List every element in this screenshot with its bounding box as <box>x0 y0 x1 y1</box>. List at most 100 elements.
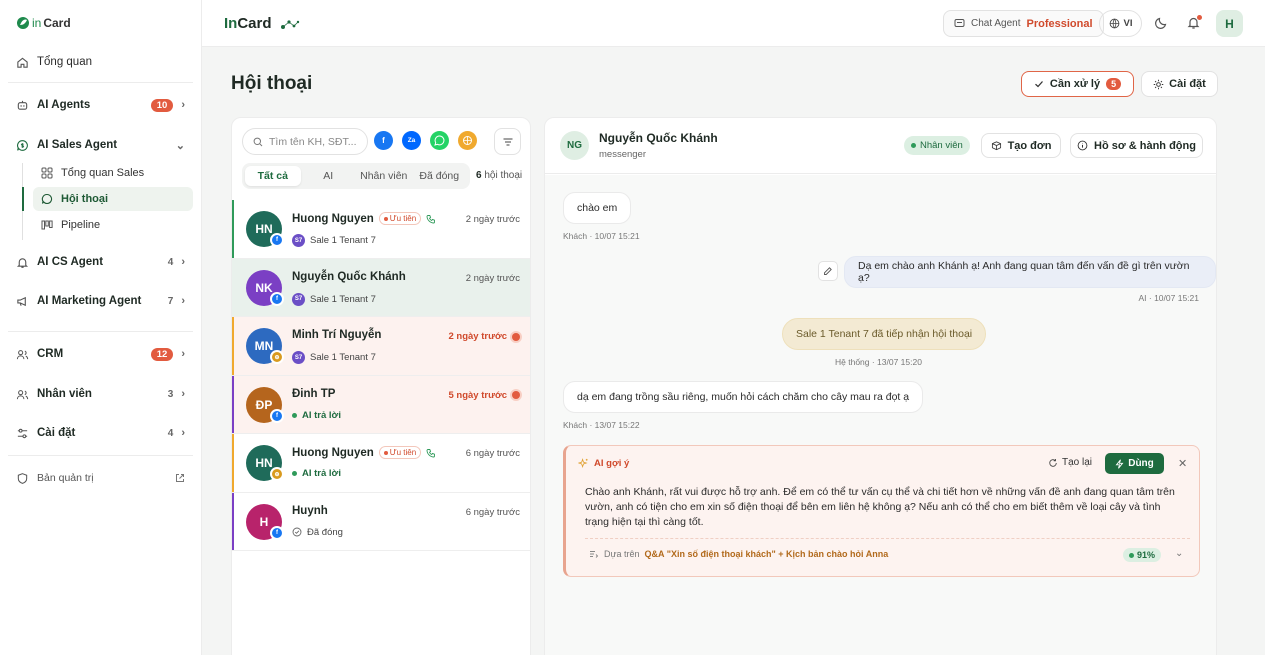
conversation-count: 6 hội thoại <box>476 170 522 181</box>
last-activity-time-overdue: 2 ngày trước <box>448 331 520 342</box>
contact-name: Nguyễn Quốc Khánh <box>292 270 406 283</box>
conversation-row[interactable]: MN ⊕ Minh Trí Nguyễn 2 ngày trước S7 Sale… <box>232 317 530 376</box>
brand-in: In <box>224 15 238 32</box>
user-avatar[interactable]: H <box>1216 10 1243 37</box>
create-order-button[interactable]: Tạo đơn <box>981 133 1061 158</box>
use-suggestion-button[interactable]: Dùng <box>1105 453 1164 474</box>
sidebar-item-ai-agents[interactable]: AI Agents 10 › <box>16 94 185 116</box>
sidebar-item-ai-sales-agent[interactable]: AI Sales Agent ⌄ <box>16 134 185 156</box>
whatsapp-filter-icon[interactable] <box>430 131 449 150</box>
conversation-row[interactable]: H f Huynh 6 ngày trước Đã đóng <box>232 492 530 551</box>
status-text: AI trả lời <box>302 468 341 479</box>
sidebar-item-ai-cs-agent[interactable]: AI CS Agent 4 › <box>16 251 185 273</box>
web-chat-badge-icon: ⊕ <box>270 467 284 481</box>
sidebar: in Card Tổng quan AI Agents 10 › AI Sales … <box>0 0 202 655</box>
conversation-row[interactable]: ĐP f Đinh TP 5 ngày trước AI trả lời <box>232 375 530 434</box>
system-message: Sale 1 Tenant 7 đã tiếp nhận hội thoại <box>782 318 987 350</box>
tab-closed[interactable]: Đã đóng <box>412 166 468 186</box>
sidebar-item-ai-marketing-agent[interactable]: AI Marketing Agent 7 › <box>16 290 185 312</box>
search-input[interactable]: Tìm tên KH, SĐT... <box>242 128 368 155</box>
ai-status: AI trả lời <box>292 410 341 421</box>
source-prefix: Dựa trên <box>604 549 640 559</box>
filter-button[interactable] <box>494 128 521 155</box>
sidebar-divider <box>8 331 193 332</box>
settings-button[interactable]: Cài đặt <box>1141 71 1218 97</box>
assignee-name: Sale 1 Tenant 7 <box>310 293 376 305</box>
sidebar-item-crm[interactable]: CRM 12 › <box>16 343 185 365</box>
status-dot <box>911 143 916 148</box>
assignee-name: Sale 1 Tenant 7 <box>310 235 376 246</box>
chevron-right-icon: › <box>181 256 185 268</box>
shield-icon <box>17 472 28 484</box>
tab-all[interactable]: Tất cả <box>245 166 301 186</box>
facebook-filter-icon[interactable]: f <box>374 131 393 150</box>
last-activity-time: 2 ngày trước <box>448 331 507 342</box>
count-number: 6 <box>476 170 482 181</box>
row-status-bar <box>232 375 234 433</box>
chat-agent-label: Chat Agent <box>971 18 1021 29</box>
language-selector[interactable]: VI <box>1099 10 1142 37</box>
sidebar-item-overview[interactable]: Tổng quan <box>16 51 185 73</box>
plan-name: Professional <box>1026 17 1093 30</box>
count-text: 3 <box>167 388 174 400</box>
last-activity-time: 6 ngày trước <box>465 448 520 459</box>
row-status-bar <box>232 434 234 492</box>
web-chat-filter-icon[interactable] <box>458 131 477 150</box>
sidebar-subitem-sales-overview[interactable]: Tổng quan Sales <box>33 161 193 185</box>
assignee: S7 Sale 1 Tenant 7 <box>292 351 376 364</box>
moon-icon[interactable] <box>1154 15 1169 30</box>
check-circle-icon <box>292 527 302 537</box>
close-icon[interactable]: ✕ <box>1178 457 1187 470</box>
status-dot <box>292 412 297 418</box>
list-source-icon <box>590 551 599 558</box>
zalo-filter-icon[interactable]: Za <box>402 131 421 150</box>
app-logo[interactable]: in Card <box>16 16 71 30</box>
sidebar-divider <box>8 82 193 83</box>
profile-actions-button[interactable]: Hồ sơ & hành động <box>1070 133 1203 158</box>
ai-message: Dạ em chào anh Khánh ạ! Anh đang quan tâ… <box>844 256 1216 288</box>
contact-name: Huynh <box>292 504 328 517</box>
sidebar-subitem-pipeline[interactable]: Pipeline <box>33 213 193 237</box>
facebook-badge-icon: f <box>270 408 284 423</box>
sidebar-item-staff[interactable]: Nhân viên 3 › <box>16 383 185 405</box>
sidebar-item-label: Cài đặt <box>37 427 76 439</box>
conversation-tabs: Tất cả AI Nhân viên Đã đóng <box>242 163 470 189</box>
confidence-value: 91% <box>1137 550 1156 560</box>
page-title: Hội thoại <box>231 73 313 94</box>
conversation-row[interactable]: HN f Huong Nguyen Ưu tiên 2 ngày trước S7… <box>232 200 530 259</box>
message-timestamp: Khách · 13/07 15:22 <box>563 420 640 430</box>
brand[interactable]: In Card <box>224 15 300 32</box>
status-text: Đã đóng <box>307 526 343 538</box>
needs-handling-label: Cần xử lý <box>1049 78 1101 90</box>
ai-suggestion-card: AI gợi ý Tạo lại Dùng ✕ Chào anh Khánh, … <box>563 445 1200 577</box>
sidebar-item-admin[interactable]: Bản quản trị <box>16 467 185 489</box>
regenerate-button[interactable]: Tạo lại <box>1048 457 1092 468</box>
status-text: AI trả lời <box>302 409 341 421</box>
chevron-right-icon: › <box>181 295 185 307</box>
tab-ai[interactable]: AI <box>301 166 357 186</box>
chevron-down-icon[interactable]: ⌄ <box>1175 548 1183 559</box>
conversation-list-panel: Tìm tên KH, SĐT... f Za Tất cả AI Nhân v… <box>231 117 531 655</box>
sidebar-item-label: AI Agents <box>37 99 91 111</box>
status-dot <box>292 471 297 476</box>
needs-handling-button[interactable]: Cần xử lý 5 <box>1021 71 1134 97</box>
conversation-row-selected[interactable]: NK f Nguyễn Quốc Khánh 2 ngày trước S7 Sa… <box>232 258 530 317</box>
kanban-icon <box>41 220 53 230</box>
sidebar-subitem-conversations[interactable]: Hội thoại <box>33 187 193 211</box>
plan-selector[interactable]: Chat Agent Professional <box>943 10 1104 37</box>
facebook-badge-icon: f <box>270 525 284 540</box>
last-activity-time: 2 ngày trước <box>465 214 520 225</box>
edit-message-button[interactable] <box>818 261 838 281</box>
status-dot <box>1129 552 1134 558</box>
sidebar-item-label: AI Sales Agent <box>37 139 118 151</box>
phone-icon <box>426 214 436 223</box>
ai-suggestion-footer: Dựa trên Q&A "Xin số điện thoại khách" +… <box>585 538 1190 562</box>
conversation-row[interactable]: HN ⊕ Huong Nguyen Ưu tiên 6 ngày trước AI… <box>232 434 530 493</box>
topbar: In Card Chat Agent Professional VI H <box>202 0 1265 47</box>
priority-badge: Ưu tiên <box>378 212 422 225</box>
last-activity-time: 6 ngày trước <box>465 506 520 518</box>
sidebar-item-settings[interactable]: Cài đặt 4 › <box>16 422 185 444</box>
unread-dot <box>512 391 520 399</box>
assignee-badge: S7 <box>292 292 305 306</box>
tab-staff[interactable]: Nhân viên <box>356 166 412 186</box>
